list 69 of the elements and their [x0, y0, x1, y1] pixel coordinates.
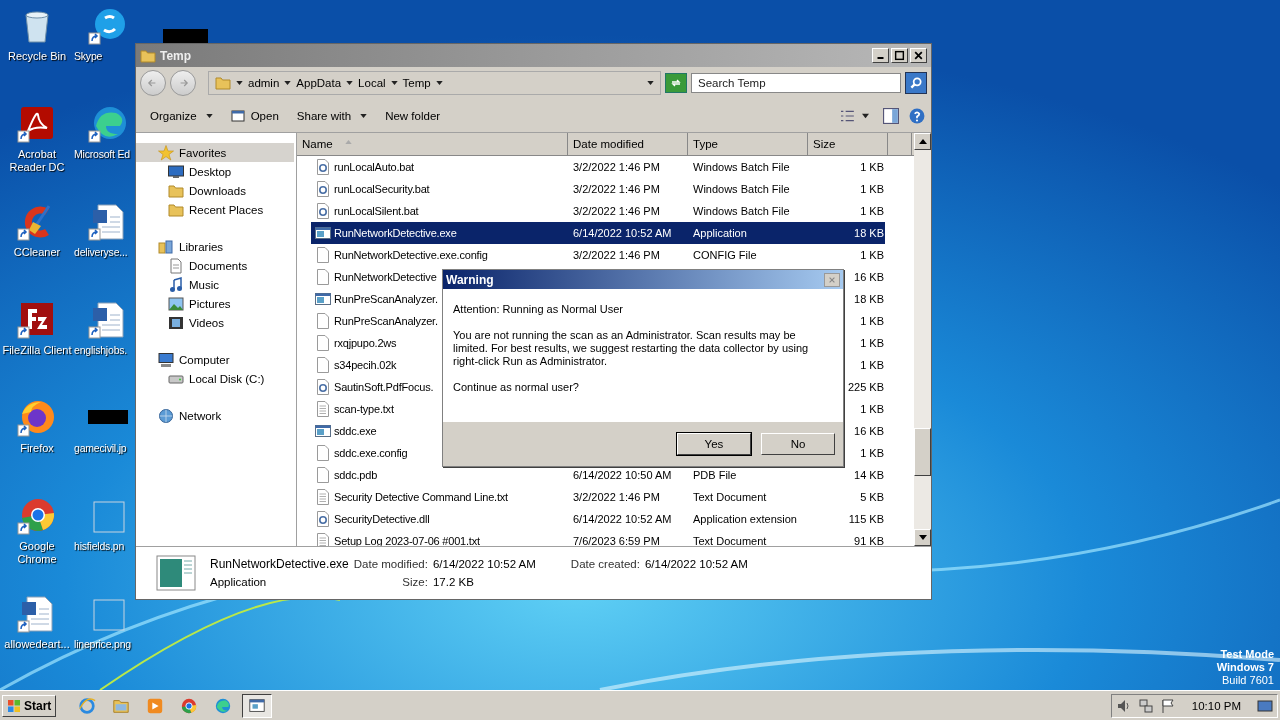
file-date: 6/14/2022 10:52 AM [573, 227, 672, 239]
os-info-text: Build 7601 [1222, 674, 1274, 687]
file-date: 6/14/2022 10:50 AM [573, 469, 672, 481]
file-date: 3/2/2022 1:46 PM [573, 161, 660, 173]
file-name: sddc.pdb [334, 469, 378, 481]
dialog-title: Warning [446, 272, 494, 287]
file-date: 3/2/2022 1:46 PM [573, 183, 660, 195]
file-name: SecurityDetective.dll [334, 513, 430, 525]
file-name: RunNetworkDetective.exe.config [334, 249, 488, 261]
file-size: 115 KB [848, 513, 884, 525]
file-name: RunPreScanAnalyzer. [334, 293, 438, 305]
detail-label: Size: [401, 576, 428, 588]
file-name: sddc.exe.config [334, 447, 408, 459]
file-type: Text Document [693, 491, 767, 503]
file-name: RunNetworkDetective [334, 271, 437, 283]
file-size: 18 KB [854, 293, 884, 305]
file-size: 1 KB [860, 447, 884, 459]
file-date: 3/2/2022 1:46 PM [573, 249, 660, 261]
file-size: 18 KB [854, 227, 884, 239]
file-name: runLocalSecurity.bat [334, 183, 430, 195]
file-size: 1 KB [860, 183, 884, 195]
file-name: RunNetworkDetective.exe [334, 227, 457, 239]
file-date: 3/2/2022 1:46 PM [573, 205, 660, 217]
file-type: Application [210, 576, 268, 588]
file-name: s34pecih.02k [334, 359, 397, 371]
file-name: runLocalAuto.bat [334, 161, 414, 173]
file-size: 16 KB [854, 425, 884, 437]
file-type: Windows Batch File [693, 183, 790, 195]
file-type: Text Document [693, 535, 767, 546]
file-size: 91 KB [854, 535, 884, 546]
file-type: Application extension [693, 513, 797, 525]
file-date: 6/14/2022 10:52 AM [573, 513, 672, 525]
dialog-message: Continue as normal user? [453, 381, 580, 394]
file-size: 1 KB [860, 161, 884, 173]
file-size: 1 KB [860, 403, 884, 415]
file-name: RunNetworkDetective.exe [210, 557, 349, 571]
detail-value: 6/14/2022 10:52 AM [644, 558, 748, 570]
detail-value: 6/14/2022 10:52 AM [432, 558, 536, 570]
file-type: Windows Batch File [693, 161, 790, 173]
dialog-message: Attention: Running as Normal User [453, 303, 624, 316]
file-size: 1 KB [860, 359, 884, 371]
file-size: 1 KB [860, 249, 884, 261]
os-info-text: Windows 7 [1216, 661, 1274, 674]
file-name: RunPreScanAnalyzer. [334, 315, 438, 327]
file-name: Security Detective Command Line.txt [334, 491, 508, 503]
file-name: sddc.exe [334, 425, 377, 437]
file-size: 1 KB [860, 205, 884, 217]
file-size: 14 KB [854, 469, 884, 481]
dialog-message: You are not running the scan as an Administrator. Scan results may be limited. For best results, we suggest restarting the data collector by using right-click Run as Administrator. [453, 329, 810, 368]
file-size: 5 KB [860, 491, 884, 503]
file-name: runLocalSilent.bat [334, 205, 419, 217]
detail-label: Date modified: [353, 558, 428, 570]
file-size: 1 KB [860, 315, 884, 327]
file-size: 1 KB [860, 337, 884, 349]
detail-label: Date created: [569, 558, 640, 570]
os-info-text: Test Mode [1220, 648, 1274, 661]
window-title: Temp [160, 48, 192, 63]
file-date: 7/6/2023 6:59 PM [573, 535, 660, 546]
file-name: scan-type.txt [334, 403, 394, 415]
file-type: CONFIG File [693, 249, 757, 261]
file-name: SautinSoft.PdfFocus. [334, 381, 434, 393]
file-size: 225 KB [847, 381, 884, 393]
file-size: 16 KB [854, 271, 884, 283]
detail-value: 17.2 KB [432, 576, 475, 588]
file-date: 3/2/2022 1:46 PM [573, 491, 660, 503]
file-type: PDB File [693, 469, 737, 481]
file-type: Windows Batch File [693, 205, 790, 217]
file-name: rxqjpupo.2ws [334, 337, 397, 349]
file-type: Application [693, 227, 747, 239]
